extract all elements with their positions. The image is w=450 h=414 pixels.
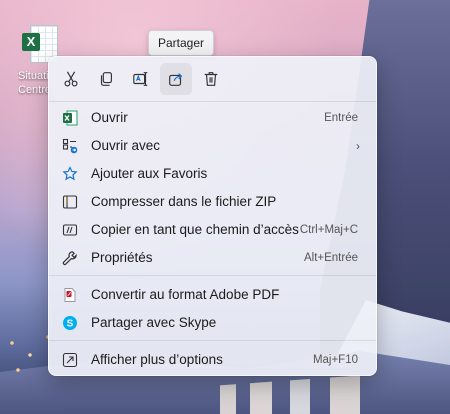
toolbar-separator	[49, 101, 376, 102]
rename-icon	[133, 72, 148, 86]
chevron-right-icon: ›	[356, 138, 360, 153]
svg-text:S: S	[67, 318, 74, 329]
share-button[interactable]	[160, 63, 192, 95]
wrench-icon	[62, 250, 78, 266]
skype-icon: S	[62, 315, 78, 331]
delete-button[interactable]	[195, 63, 227, 95]
pdf-icon	[62, 287, 78, 303]
copy-button[interactable]	[90, 63, 122, 95]
menu-item-open-with[interactable]: Ouvrir avec ›	[53, 132, 372, 159]
more-options-icon	[62, 352, 78, 368]
excel-icon	[62, 110, 78, 126]
menu-item-add-favorites[interactable]: Ajouter aux Favoris	[53, 160, 372, 187]
share-icon	[169, 73, 183, 86]
path-icon	[62, 222, 78, 238]
trash-icon	[204, 72, 218, 86]
menu-item-open[interactable]: Ouvrir Entrée	[53, 104, 372, 131]
menu-item-share-skype[interactable]: S Partager avec Skype	[53, 309, 372, 336]
copy-icon	[100, 72, 112, 86]
menu-separator	[49, 275, 376, 276]
menu-item-properties[interactable]: Propriétés Alt+Entrée	[53, 244, 372, 271]
star-icon	[62, 165, 78, 182]
menu-item-more-options[interactable]: Afficher plus d’options Maj+F10	[53, 346, 372, 373]
context-menu-toolbar	[49, 57, 376, 101]
open-with-icon	[62, 138, 78, 154]
rename-button[interactable]	[125, 63, 157, 95]
menu-item-copy-path[interactable]: Copier en tant que chemin d’accès Ctrl+M…	[53, 216, 372, 243]
menu-separator	[49, 340, 376, 341]
menu-item-compress-zip[interactable]: Compresser dans le fichier ZIP	[53, 188, 372, 215]
cut-button[interactable]	[55, 63, 87, 95]
share-tooltip: Partager	[148, 30, 215, 56]
context-menu: Ouvrir Entrée Ouvrir avec › Ajouter aux …	[48, 56, 377, 376]
zip-icon	[62, 194, 78, 210]
scissors-icon	[64, 71, 78, 87]
menu-item-convert-pdf[interactable]: Convertir au format Adobe PDF	[53, 281, 372, 308]
